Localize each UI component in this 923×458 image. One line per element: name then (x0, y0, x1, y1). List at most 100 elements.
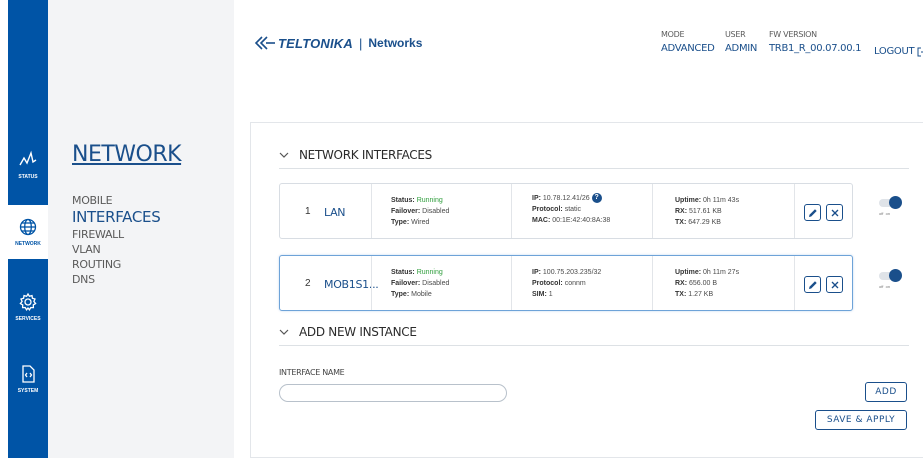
rx-label: RX: (675, 280, 688, 287)
pencil-icon (808, 280, 817, 289)
brand-separator: | (358, 35, 363, 51)
ip-label: IP: (532, 195, 541, 202)
cell-divider (371, 256, 372, 310)
nav-item-dns[interactable]: DNS (72, 272, 160, 287)
user-value[interactable]: ADMIN (725, 43, 757, 54)
rail-item-label: SYSTEM (17, 388, 39, 394)
system-icon (22, 365, 35, 383)
status-value: Running (416, 269, 443, 276)
logout-button[interactable]: LOGOUT (874, 46, 923, 57)
status-value: Running (416, 197, 443, 204)
edit-button[interactable] (804, 204, 821, 221)
sim-label: SIM: (532, 291, 547, 298)
brand-name: TELTONIKA (278, 35, 353, 51)
section-divider (279, 345, 909, 346)
rail-item-label: SERVICES (15, 316, 41, 322)
interface-toggle-mob1s1[interactable]: off on (879, 269, 903, 289)
ip-value: 100.75.203.235/32 (542, 269, 602, 276)
header-fw: FW VERSION TRB1_R_00.07.00.1 (769, 30, 862, 54)
rx-label: RX: (675, 208, 688, 215)
rx-value: 656.00 B (689, 280, 718, 287)
logout-label: LOGOUT (874, 46, 915, 57)
mode-value[interactable]: ADVANCED (661, 43, 715, 54)
section-add-new-instance[interactable]: ADD NEW INSTANCE (279, 325, 417, 339)
type-value: Wired (411, 219, 430, 226)
failover-label: Failover: (391, 280, 421, 287)
teltonika-logo-icon (254, 36, 275, 50)
tx-label: TX: (675, 219, 687, 226)
logout-icon (917, 47, 923, 56)
globe-icon (19, 218, 37, 236)
header-mode: MODE ADVANCED (661, 30, 715, 54)
interface-name-input[interactable] (279, 384, 507, 402)
toggle-state-labels: off on (879, 284, 909, 289)
fw-label: FW VERSION (769, 30, 817, 39)
mac-value: 00:1E:42:40:8A:38 (552, 217, 611, 224)
cell-divider (371, 184, 372, 238)
interface-traffic-block: Uptime: 0h 11m 43s RX: 517.61 KB TX: 647… (675, 195, 739, 228)
nav-item-routing[interactable]: ROUTING (72, 257, 160, 272)
pencil-icon (808, 208, 817, 217)
nav-item-mobile[interactable]: MOBILE (72, 193, 160, 208)
fw-value[interactable]: TRB1_R_00.07.00.1 (769, 43, 862, 54)
section-nav: NETWORK MOBILE INTERFACES FIREWALL VLAN … (48, 0, 234, 458)
status-label: Status: (391, 269, 415, 276)
header-user: USER ADMIN (725, 30, 757, 54)
rail-item-system[interactable]: SYSTEM (8, 352, 48, 406)
tx-value: 1.27 KB (688, 291, 714, 298)
interface-row-mob1s1[interactable]: 2 MOB1S1... Status: Running Failover: Di… (279, 255, 853, 311)
cell-divider (794, 184, 795, 238)
type-label: Type: (391, 291, 410, 298)
uptime-value: 0h 11m 43s (703, 197, 740, 204)
toggle-knob (889, 269, 902, 282)
delete-button[interactable] (826, 204, 843, 221)
chevron-down-icon (279, 152, 289, 158)
toggle-state-labels: off on (879, 211, 909, 216)
failover-value: Disabled (422, 280, 450, 287)
section-network-interfaces[interactable]: NETWORK INTERFACES (279, 148, 432, 162)
brand-logo[interactable]: TELTONIKA | Networks (254, 35, 422, 51)
rail-item-label: NETWORK (15, 241, 41, 247)
rail-item-status[interactable]: STATUS (8, 138, 48, 192)
interface-ip-block: IP: 100.75.203.235/32 Protocol: connm SI… (532, 267, 601, 300)
rail-item-services[interactable]: SERVICES (8, 280, 48, 334)
interface-index: 2 (305, 278, 311, 289)
nav-section-title[interactable]: NETWORK (72, 142, 182, 167)
tx-label: TX: (675, 291, 687, 298)
cell-divider (652, 184, 653, 238)
uptime-label: Uptime: (675, 269, 702, 276)
rail-item-network[interactable]: NETWORK (8, 205, 48, 259)
section-title: NETWORK INTERFACES (299, 148, 432, 162)
mac-label: MAC: (532, 217, 551, 224)
protocol-label: Protocol: (532, 206, 563, 213)
uptime-label: Uptime: (675, 197, 702, 204)
interface-name[interactable]: LAN (324, 206, 346, 219)
user-label: USER (725, 30, 746, 39)
interface-traffic-block: Uptime: 0h 11m 27s RX: 656.00 B TX: 1.27… (675, 267, 739, 300)
nav-item-interfaces[interactable]: INTERFACES (72, 208, 161, 227)
toggle-knob (889, 196, 902, 209)
nav-item-firewall[interactable]: FIREWALL (72, 227, 160, 242)
cell-divider (652, 256, 653, 310)
ip-label: IP: (532, 269, 541, 276)
toggle-on-label: on (885, 284, 891, 289)
add-button[interactable]: ADD (865, 382, 907, 402)
interface-ip-block: IP: 10.78.12.41/26? Protocol: static MAC… (532, 193, 610, 226)
save-apply-button[interactable]: SAVE & APPLY (815, 410, 907, 430)
interfaces-card: NETWORK INTERFACES 1 LAN Status: Running… (250, 122, 923, 458)
sim-value: 1 (548, 291, 553, 298)
rail-item-label: STATUS (18, 174, 38, 180)
status-label: Status: (391, 197, 415, 204)
interface-row-lan[interactable]: 1 LAN Status: Running Failover: Disabled… (279, 183, 853, 239)
protocol-label: Protocol: (532, 280, 563, 287)
interface-name-label: INTERFACE NAME (279, 368, 345, 377)
toggle-off-label: off (879, 211, 884, 216)
nav-item-vlan[interactable]: VLAN (72, 242, 160, 257)
mode-label: MODE (661, 30, 685, 39)
delete-button[interactable] (826, 276, 843, 293)
failover-value: Disabled (422, 208, 450, 215)
nav-menu: MOBILE INTERFACES FIREWALL VLAN ROUTING … (72, 193, 161, 287)
interface-toggle-lan[interactable]: off on (879, 196, 903, 216)
help-icon[interactable]: ? (591, 193, 602, 204)
edit-button[interactable] (804, 276, 821, 293)
